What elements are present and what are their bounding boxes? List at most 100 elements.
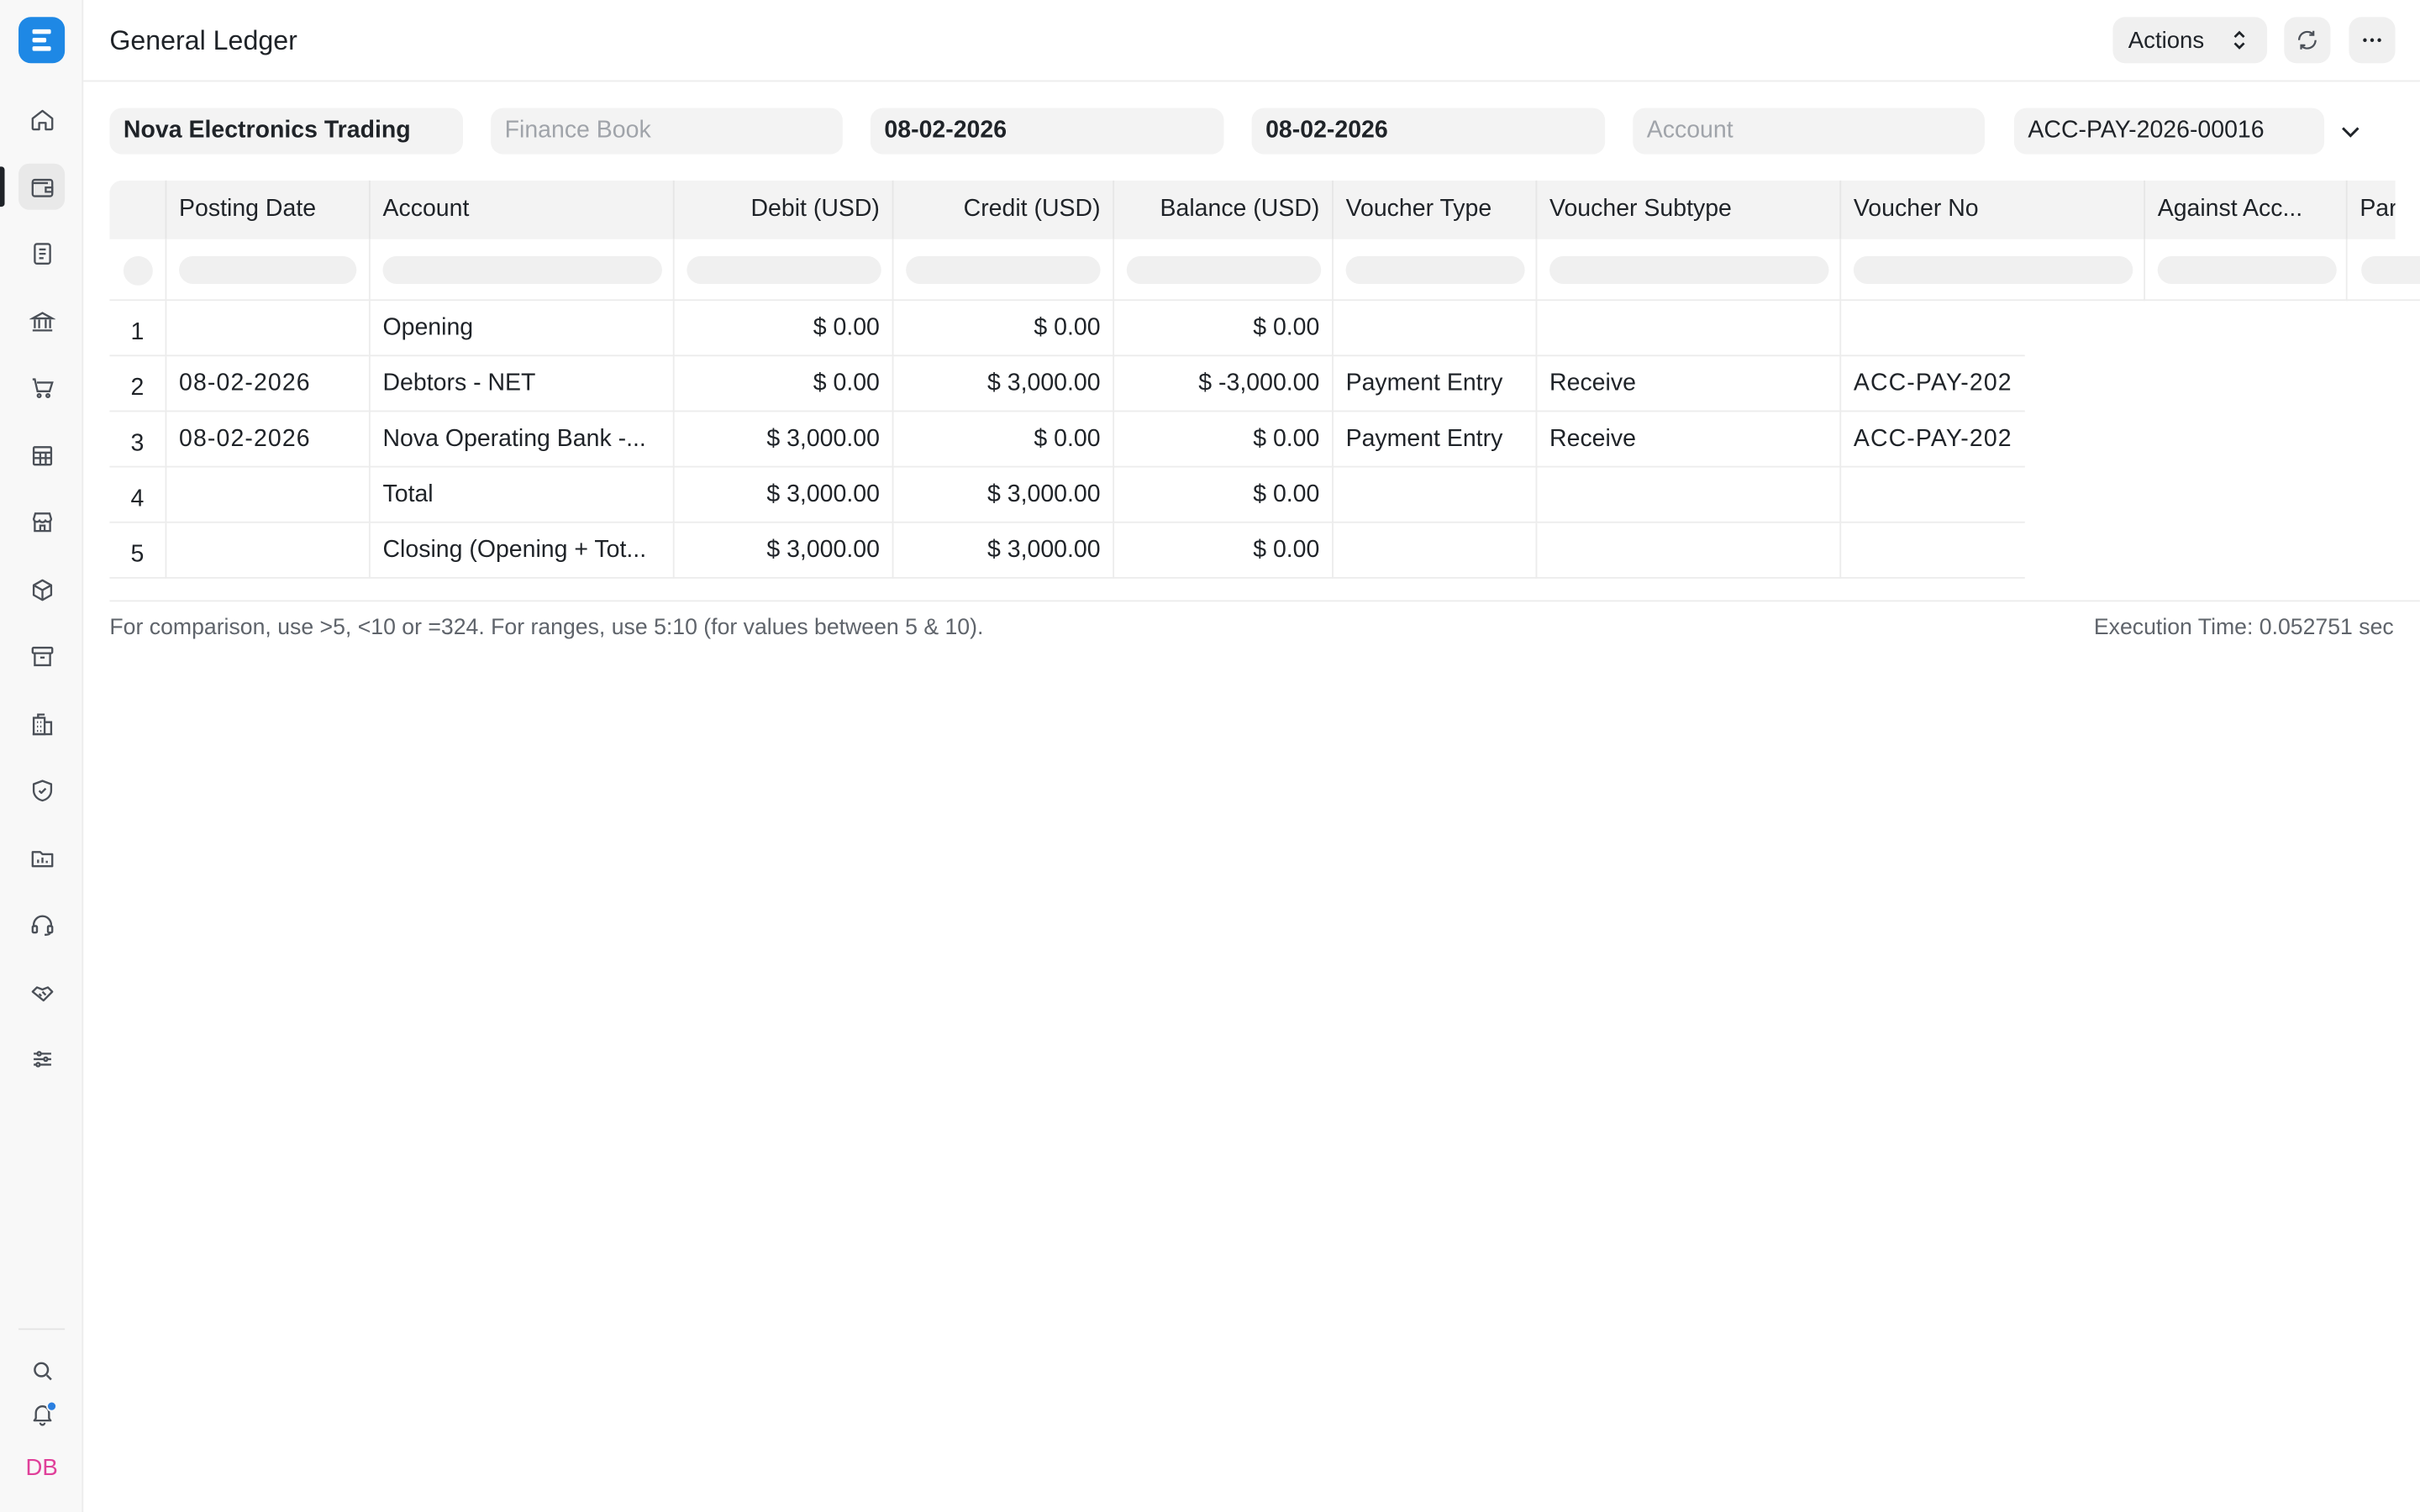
voucher-no-cell[interactable]: ACC-PAY-202 [1841, 356, 2025, 412]
cart-icon[interactable] [18, 364, 65, 410]
voucher-no-cell[interactable] [1841, 523, 2025, 579]
account-cell[interactable]: Nova Operating Bank -... [371, 412, 675, 468]
credit-cell[interactable]: $ 0.00 [893, 301, 1115, 357]
from-date-filter[interactable]: 08-02-2026 [870, 108, 1224, 155]
account-cell[interactable]: Debtors - NET [371, 356, 675, 412]
voucher-subtype-cell[interactable] [1537, 301, 1842, 357]
more-icon [2363, 38, 2381, 42]
table-row[interactable]: 5 Closing (Opening + Tot... $ 3,000.00 $… [109, 522, 2025, 579]
wallet-icon[interactable] [18, 163, 66, 210]
shield-icon[interactable] [18, 767, 65, 813]
voucher-no-cell[interactable] [1841, 468, 2025, 523]
column-filter-input[interactable] [179, 255, 357, 284]
column-filter-input[interactable] [1853, 255, 2133, 284]
headset-icon[interactable] [18, 901, 65, 948]
company-filter[interactable]: Nova Electronics Trading [109, 108, 464, 155]
table-icon[interactable] [18, 432, 65, 478]
refresh-button[interactable] [2284, 17, 2331, 64]
column-filter-input[interactable] [2157, 255, 2337, 284]
debit-cell[interactable]: $ 3,000.00 [675, 412, 894, 468]
balance-cell[interactable]: $ -3,000.00 [1114, 356, 1334, 412]
column-filter-input[interactable] [906, 255, 1101, 284]
column-header[interactable]: Debit (USD) [675, 180, 894, 239]
voucher-no-cell[interactable]: ACC-PAY-202 [1841, 412, 2025, 467]
balance-cell[interactable]: $ 0.00 [1114, 522, 1334, 579]
building-icon[interactable] [18, 701, 65, 747]
box-icon[interactable] [18, 566, 65, 612]
avatar[interactable]: DB [18, 1447, 65, 1488]
column-header[interactable]: Voucher Subtype [1537, 180, 1842, 239]
balance-cell[interactable]: $ 0.00 [1114, 467, 1334, 523]
column-header[interactable]: Par [2348, 181, 2395, 239]
filter-cell [1334, 239, 1538, 302]
posting-date-cell[interactable] [166, 301, 371, 357]
actions-button[interactable]: Actions [2112, 17, 2268, 64]
bell-icon[interactable] [18, 1390, 65, 1436]
table-header: Posting Date Account Debit (USD) Credit … [109, 180, 2396, 239]
voucher-no-cell[interactable] [1841, 301, 2025, 356]
home-icon[interactable] [18, 96, 65, 142]
voucher-type-cell[interactable] [1334, 467, 1538, 523]
column-header[interactable]: Against Acc... [2145, 180, 2348, 239]
document-icon[interactable] [18, 230, 65, 276]
debit-cell[interactable]: $ 0.00 [675, 301, 894, 357]
column-header[interactable]: Credit (USD) [893, 180, 1115, 239]
column-header[interactable]: Posting Date [166, 180, 371, 239]
column-filter-input[interactable] [1126, 255, 1322, 284]
account-cell[interactable]: Closing (Opening + Tot... [371, 522, 675, 579]
voucher-type-cell[interactable] [1334, 522, 1538, 579]
search-icon[interactable] [18, 1347, 65, 1393]
column-header[interactable]: Voucher Type [1334, 180, 1538, 239]
table-row[interactable]: 2 08-02-2026 Debtors - NET $ 0.00 $ 3,00… [109, 356, 2025, 412]
finance-book-filter[interactable]: Finance Book [491, 108, 843, 155]
credit-cell[interactable]: $ 3,000.00 [893, 467, 1115, 523]
column-filter-input[interactable] [382, 255, 662, 284]
column-filter-input[interactable] [1345, 255, 1525, 284]
select-all-checkbox[interactable] [123, 255, 153, 286]
table-row[interactable]: 4 Total $ 3,000.00 $ 3,000.00 $ 0.00 [109, 467, 2025, 523]
bank-icon[interactable] [18, 297, 65, 344]
debit-cell[interactable]: $ 3,000.00 [675, 467, 894, 523]
voucher-subtype-cell[interactable]: Receive [1537, 356, 1842, 412]
filter-cell [675, 239, 894, 302]
voucher-type-cell[interactable]: Payment Entry [1334, 356, 1538, 412]
more-button[interactable] [2349, 17, 2396, 64]
sliders-icon[interactable] [18, 1035, 65, 1081]
store-icon[interactable] [18, 498, 65, 544]
column-header[interactable]: Balance (USD) [1114, 180, 1334, 239]
column-filter-input[interactable] [687, 255, 881, 284]
archive-icon[interactable] [18, 633, 65, 679]
column-header[interactable]: Account [371, 180, 675, 239]
handshake-icon[interactable] [18, 969, 65, 1015]
voucher-subtype-cell[interactable] [1537, 467, 1842, 523]
column-filter-input[interactable] [1549, 255, 1829, 284]
posting-date-cell[interactable]: 08-02-2026 [166, 412, 371, 468]
voucher-subtype-cell[interactable] [1537, 522, 1842, 579]
debit-cell[interactable]: $ 3,000.00 [675, 522, 894, 579]
to-date-filter[interactable]: 08-02-2026 [1251, 108, 1606, 155]
credit-cell[interactable]: $ 3,000.00 [893, 356, 1115, 412]
credit-cell[interactable]: $ 3,000.00 [893, 522, 1115, 579]
voucher-type-cell[interactable]: Payment Entry [1334, 412, 1538, 468]
voucher-type-cell[interactable] [1334, 301, 1538, 357]
balance-cell[interactable]: $ 0.00 [1114, 412, 1334, 468]
voucher-subtype-cell[interactable]: Receive [1537, 412, 1842, 468]
expand-filters-icon[interactable] [2338, 118, 2363, 143]
account-cell[interactable]: Total [371, 467, 675, 523]
folder-chart-icon[interactable] [18, 835, 65, 881]
posting-date-cell[interactable] [166, 467, 371, 523]
app-logo[interactable] [18, 17, 66, 64]
posting-date-cell[interactable]: 08-02-2026 [166, 356, 371, 412]
column-filter-input[interactable] [2361, 255, 2420, 284]
balance-cell[interactable]: $ 0.00 [1114, 301, 1334, 357]
account-cell[interactable]: Opening [371, 301, 675, 357]
debit-cell[interactable]: $ 0.00 [675, 356, 894, 412]
voucher-no-filter[interactable]: ACC-PAY-2026-00016 [2013, 108, 2325, 155]
table-row[interactable]: 1 Opening $ 0.00 $ 0.00 $ 0.00 [109, 301, 2025, 357]
credit-cell[interactable]: $ 0.00 [893, 412, 1115, 468]
row-index: 3 [109, 412, 167, 468]
table-row[interactable]: 3 08-02-2026 Nova Operating Bank -... $ … [109, 412, 2025, 468]
posting-date-cell[interactable] [166, 522, 371, 579]
account-filter[interactable]: Account [1633, 108, 1985, 155]
column-header[interactable]: Voucher No [1841, 180, 2146, 239]
